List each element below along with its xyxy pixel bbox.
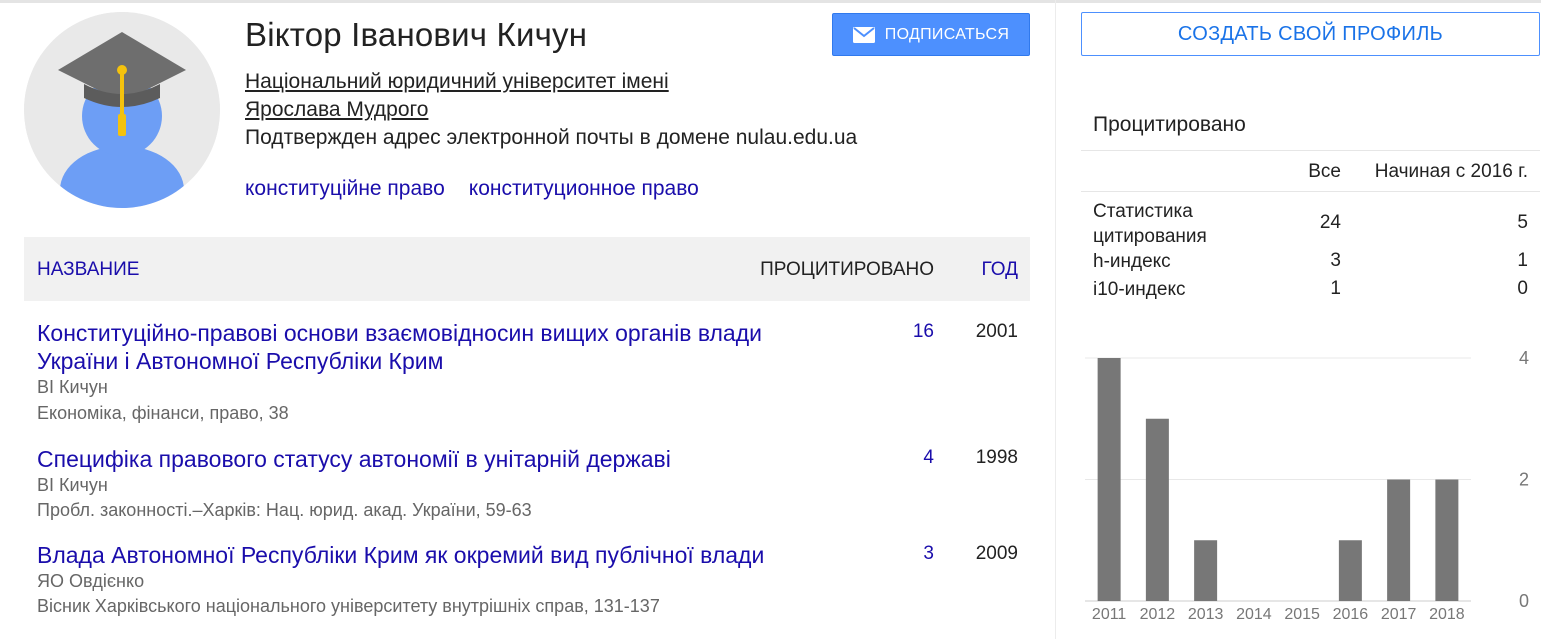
cited-count-link[interactable]: 3 xyxy=(923,543,934,565)
cited-by-heading: Процитировано xyxy=(1093,113,1246,136)
publication-authors: ВІ Кичун xyxy=(37,475,108,495)
interest-link[interactable]: конституционное право xyxy=(469,177,699,201)
publication-title-link[interactable]: Влада Автономної Республіки Крим як окре… xyxy=(37,541,837,569)
chart-bar-2012[interactable] xyxy=(1145,418,1169,601)
stats-col-all-header: Все xyxy=(1308,161,1341,182)
follow-button-label: ПОДПИСАТЬСЯ xyxy=(884,25,1010,43)
stats-col-since-header: Начиная с 2016 г. xyxy=(1374,161,1528,182)
stat-label-citations: Статистика цитирования xyxy=(1093,201,1207,247)
stat-label-i10-index: i10-индекс xyxy=(1093,279,1186,300)
publication-title-link[interactable]: Специфіка правового статусу автономії в … xyxy=(37,445,837,473)
follow-button[interactable]: ПОДПИСАТЬСЯ xyxy=(832,13,1030,56)
citations-chart-svg: 4 2 0 2011 2012 2013 2014 2015 2016 2017 2018 xyxy=(1085,348,1529,623)
publication-year: 2009 xyxy=(975,543,1018,564)
avatar xyxy=(24,12,220,208)
table-row: Специфіка правового статусу автономії в … xyxy=(24,445,1030,525)
chart-y-tick-label: 0 xyxy=(1519,591,1529,611)
affiliation-link-line1[interactable]: Національний юридичний університет імені xyxy=(245,70,669,93)
publication-venue: Вісник Харківського національного універ… xyxy=(37,596,660,616)
stat-citations-all: 24 xyxy=(1319,212,1341,233)
stat-i10-index-all: 1 xyxy=(1330,278,1341,299)
table-row: Конституційно-правові основи взаємовідно… xyxy=(24,319,1030,429)
cited-by-header: ПРОЦИТИРОВАНО xyxy=(760,259,934,280)
divider xyxy=(1081,150,1540,151)
cited-count-link[interactable]: 4 xyxy=(923,447,934,469)
publication-title-link[interactable]: Конституційно-правові основи взаємовідно… xyxy=(37,319,837,375)
stat-h-index-all: 3 xyxy=(1330,250,1341,271)
chart-x-tick-label: 2015 xyxy=(1284,606,1320,623)
top-border xyxy=(0,0,1541,3)
publication-authors: ВІ Кичун xyxy=(37,377,108,397)
stat-citations-since: 5 xyxy=(1517,212,1528,233)
sort-by-year[interactable]: ГОД xyxy=(982,259,1018,281)
chart-x-tick-label: 2018 xyxy=(1429,606,1465,623)
affiliation-link-line2[interactable]: Ярослава Мудрого xyxy=(245,98,428,121)
stat-i10-index-since: 0 xyxy=(1517,278,1528,299)
chart-x-tick-label: 2014 xyxy=(1236,606,1272,623)
publication-venue: Пробл. законності.–Харків: Нац. юрид. ак… xyxy=(37,500,532,520)
chart-bar-2013[interactable] xyxy=(1194,540,1218,601)
chart-x-tick-label: 2012 xyxy=(1140,606,1176,623)
affiliation: Національний юридичний університет імені… xyxy=(245,68,669,124)
graduation-cap-avatar-icon xyxy=(24,12,220,208)
research-interests: конституційне право конституционное прав… xyxy=(245,177,699,201)
cited-count-link[interactable]: 16 xyxy=(913,321,934,343)
chart-x-tick-label: 2011 xyxy=(1092,606,1127,623)
interest-link[interactable]: конституційне право xyxy=(245,177,445,201)
publication-authors: ЯО Овдієнко xyxy=(37,571,145,591)
column-divider xyxy=(1055,0,1056,639)
publication-year: 2001 xyxy=(975,321,1018,342)
envelope-icon xyxy=(852,26,875,43)
chart-bar-2011[interactable] xyxy=(1097,358,1121,601)
citations-per-year-chart: 4 2 0 2011 2012 2013 2014 2015 2016 2017 2018 xyxy=(1081,340,1541,639)
chart-bar-2016[interactable] xyxy=(1338,540,1362,601)
divider xyxy=(1081,191,1540,192)
stat-h-index-since: 1 xyxy=(1517,250,1528,271)
chart-y-tick-label: 2 xyxy=(1519,470,1529,490)
sort-by-title[interactable]: НАЗВАНИЕ xyxy=(37,259,139,281)
create-profile-button[interactable]: СОЗДАТЬ СВОЙ ПРОФИЛЬ xyxy=(1081,12,1540,56)
stat-label-h-index: h-индекс xyxy=(1093,251,1171,272)
chart-x-tick-label: 2017 xyxy=(1381,606,1417,623)
chart-bar-2017[interactable] xyxy=(1387,479,1411,602)
profile-name: Віктор Іванович Кичун xyxy=(245,16,588,53)
chart-bar-2018[interactable] xyxy=(1435,479,1459,602)
publication-year: 1998 xyxy=(975,447,1018,468)
chart-y-tick-label: 4 xyxy=(1519,348,1529,368)
publication-venue: Економіка, фінанси, право, 38 xyxy=(37,403,289,423)
chart-x-tick-label: 2016 xyxy=(1333,606,1369,623)
table-row: Влада Автономної Республіки Крим як окре… xyxy=(24,541,1030,621)
publications-table-header: НАЗВАНИЕ ПРОЦИТИРОВАНО ГОД xyxy=(24,237,1030,301)
verified-email: Подтвержден адрес электронной почты в до… xyxy=(245,126,858,149)
chart-x-tick-label: 2013 xyxy=(1188,606,1224,623)
